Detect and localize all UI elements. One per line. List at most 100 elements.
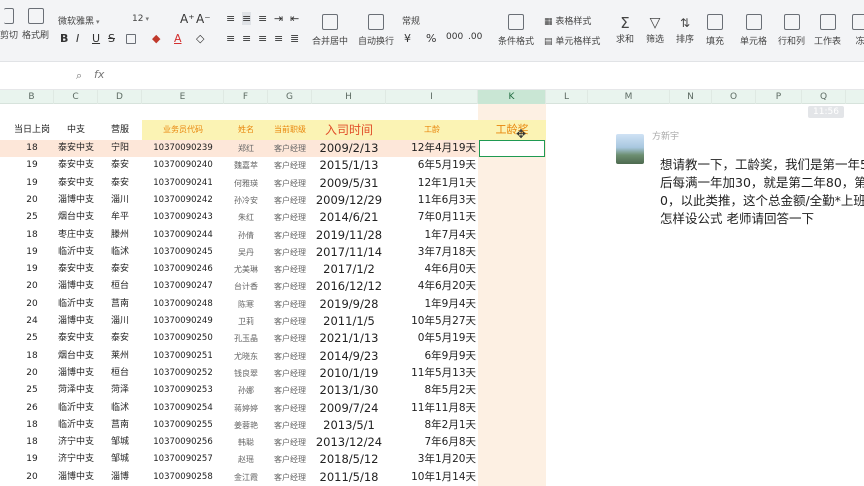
- cell-job-level[interactable]: 客户经理: [268, 313, 312, 330]
- cell-join-date[interactable]: 2009/2/13: [312, 140, 386, 157]
- cell-agent-name[interactable]: 郑红: [224, 140, 268, 157]
- cell-agent-name[interactable]: 魏嘉萃: [224, 157, 268, 174]
- cell-seniority-bonus[interactable]: [478, 175, 546, 192]
- header-cell-e[interactable]: 业务员代码: [142, 120, 224, 140]
- cell-branch[interactable]: 泰安中支: [54, 261, 98, 278]
- cell-job-level[interactable]: 客户经理: [268, 261, 312, 278]
- cell-branch[interactable]: 淄博中支: [54, 278, 98, 295]
- freeze-button[interactable]: 冻: [852, 14, 864, 47]
- cell-button[interactable]: 单元格: [740, 14, 767, 47]
- cell-agent-name[interactable]: 吴丹: [224, 244, 268, 261]
- cell-agent-code[interactable]: 10370090247: [142, 278, 224, 295]
- cell-seniority[interactable]: 12年4月19天: [386, 140, 478, 157]
- header-cell-c[interactable]: 中支: [54, 120, 98, 140]
- column-header[interactable]: O: [712, 90, 756, 104]
- eraser-icon[interactable]: ◇: [196, 32, 204, 45]
- cell-onboard-day[interactable]: 24: [10, 313, 54, 330]
- cell-seniority[interactable]: 11年5月13天: [386, 365, 478, 382]
- filter-button[interactable]: ▽ 筛选: [646, 14, 664, 45]
- cell-agent-name[interactable]: 孙冷安: [224, 192, 268, 209]
- header-cell-d[interactable]: 营服: [98, 120, 142, 140]
- cell-join-date[interactable]: 2010/1/19: [312, 365, 386, 382]
- formula-input[interactable]: [112, 68, 852, 84]
- cell-seniority[interactable]: 4年6月20天: [386, 278, 478, 295]
- cell-job-level[interactable]: 客户经理: [268, 244, 312, 261]
- cell-job-level[interactable]: 客户经理: [268, 296, 312, 313]
- strikethrough-button[interactable]: S: [108, 32, 115, 45]
- align-center-icon[interactable]: ≡: [242, 32, 251, 45]
- cell-service-office[interactable]: 泰安: [98, 175, 142, 192]
- cell-seniority[interactable]: 1年7月4天: [386, 227, 478, 244]
- cell-agent-name[interactable]: 姜蓉艳: [224, 417, 268, 434]
- cell-branch[interactable]: 烟台中支: [54, 348, 98, 365]
- format-painter-button[interactable]: 格式刷: [22, 8, 49, 41]
- font-color-icon[interactable]: A: [174, 32, 182, 45]
- cell-service-office[interactable]: 滕州: [98, 227, 142, 244]
- header-cell-b[interactable]: 当日上岗: [10, 120, 54, 140]
- cell-agent-name[interactable]: 赵瑶: [224, 451, 268, 468]
- cell-seniority-bonus[interactable]: [478, 244, 546, 261]
- cell-job-level[interactable]: 客户经理: [268, 365, 312, 382]
- font-name-select[interactable]: 微软雅黑 ▾: [58, 14, 128, 27]
- cell-seniority-bonus[interactable]: [478, 365, 546, 382]
- cell-service-office[interactable]: 泰安: [98, 157, 142, 174]
- cell-job-level[interactable]: 客户经理: [268, 382, 312, 399]
- column-header[interactable]: C: [54, 90, 98, 104]
- cell-job-level[interactable]: 客户经理: [268, 140, 312, 157]
- cell-agent-name[interactable]: 孙倩: [224, 227, 268, 244]
- cell-agent-code[interactable]: 10370090244: [142, 227, 224, 244]
- cell-branch[interactable]: 淄博中支: [54, 365, 98, 382]
- cell-seniority[interactable]: 6年9月9天: [386, 348, 478, 365]
- column-header[interactable]: Q: [802, 90, 846, 104]
- cell-seniority-bonus[interactable]: [478, 313, 546, 330]
- header-cell-f[interactable]: 姓名: [224, 120, 268, 140]
- italic-button[interactable]: I: [76, 32, 79, 45]
- cell-agent-code[interactable]: 10370090243: [142, 209, 224, 226]
- thousands-icon[interactable]: 000: [446, 32, 463, 42]
- cell-service-office[interactable]: 莒南: [98, 296, 142, 313]
- cell-agent-code[interactable]: 10370090239: [142, 140, 224, 157]
- cell-branch[interactable]: 淄博中支: [54, 192, 98, 209]
- cell-service-office[interactable]: 桓台: [98, 365, 142, 382]
- cell-branch[interactable]: 泰安中支: [54, 175, 98, 192]
- cell-branch[interactable]: 济宁中支: [54, 451, 98, 468]
- cell-onboard-day[interactable]: 25: [10, 209, 54, 226]
- wrap-text-button[interactable]: 自动换行: [358, 14, 394, 47]
- cell-job-level[interactable]: 客户经理: [268, 227, 312, 244]
- cell-branch[interactable]: 菏泽中支: [54, 382, 98, 399]
- outdent-icon[interactable]: ⇤: [290, 12, 299, 25]
- cell-agent-code[interactable]: 10370090245: [142, 244, 224, 261]
- cell-agent-code[interactable]: 10370090257: [142, 451, 224, 468]
- cell-agent-code[interactable]: 10370090253: [142, 382, 224, 399]
- cell-service-office[interactable]: 宁阳: [98, 140, 142, 157]
- column-header[interactable]: P: [756, 90, 802, 104]
- cell-seniority[interactable]: 7年6月8天: [386, 434, 478, 451]
- cell-seniority-bonus[interactable]: [478, 278, 546, 295]
- cell-seniority[interactable]: 11年6月3天: [386, 192, 478, 209]
- font-size-select[interactable]: 12 ▾: [132, 14, 149, 24]
- cell-agent-code[interactable]: 10370090240: [142, 157, 224, 174]
- cell-onboard-day[interactable]: 20: [10, 469, 54, 486]
- cut-button[interactable]: 剪切: [0, 8, 18, 41]
- cell-branch[interactable]: 济宁中支: [54, 434, 98, 451]
- cell-service-office[interactable]: 莱州: [98, 348, 142, 365]
- cell-join-date[interactable]: 2014/9/23: [312, 348, 386, 365]
- cell-onboard-day[interactable]: 19: [10, 451, 54, 468]
- header-cell-i[interactable]: 工龄: [386, 120, 478, 140]
- cell-agent-code[interactable]: 10370090250: [142, 330, 224, 347]
- name-box[interactable]: [6, 68, 50, 84]
- cell-branch[interactable]: 枣庄中支: [54, 227, 98, 244]
- distribute-icon[interactable]: ≣: [290, 32, 299, 45]
- cell-onboard-day[interactable]: 18: [10, 417, 54, 434]
- sum-button[interactable]: Σ 求和: [616, 14, 634, 45]
- cell-join-date[interactable]: 2013/1/30: [312, 382, 386, 399]
- align-left-icon[interactable]: ≡: [226, 32, 235, 45]
- conditional-format-button[interactable]: 条件格式: [498, 14, 534, 47]
- cell-branch[interactable]: 淄博中支: [54, 313, 98, 330]
- cell-join-date[interactable]: 2013/5/1: [312, 417, 386, 434]
- cell-seniority-bonus[interactable]: [478, 296, 546, 313]
- cell-agent-name[interactable]: 朱红: [224, 209, 268, 226]
- cell-agent-code[interactable]: 10370090251: [142, 348, 224, 365]
- cell-onboard-day[interactable]: 18: [10, 434, 54, 451]
- table-style-button[interactable]: ▦ 表格样式: [544, 14, 591, 27]
